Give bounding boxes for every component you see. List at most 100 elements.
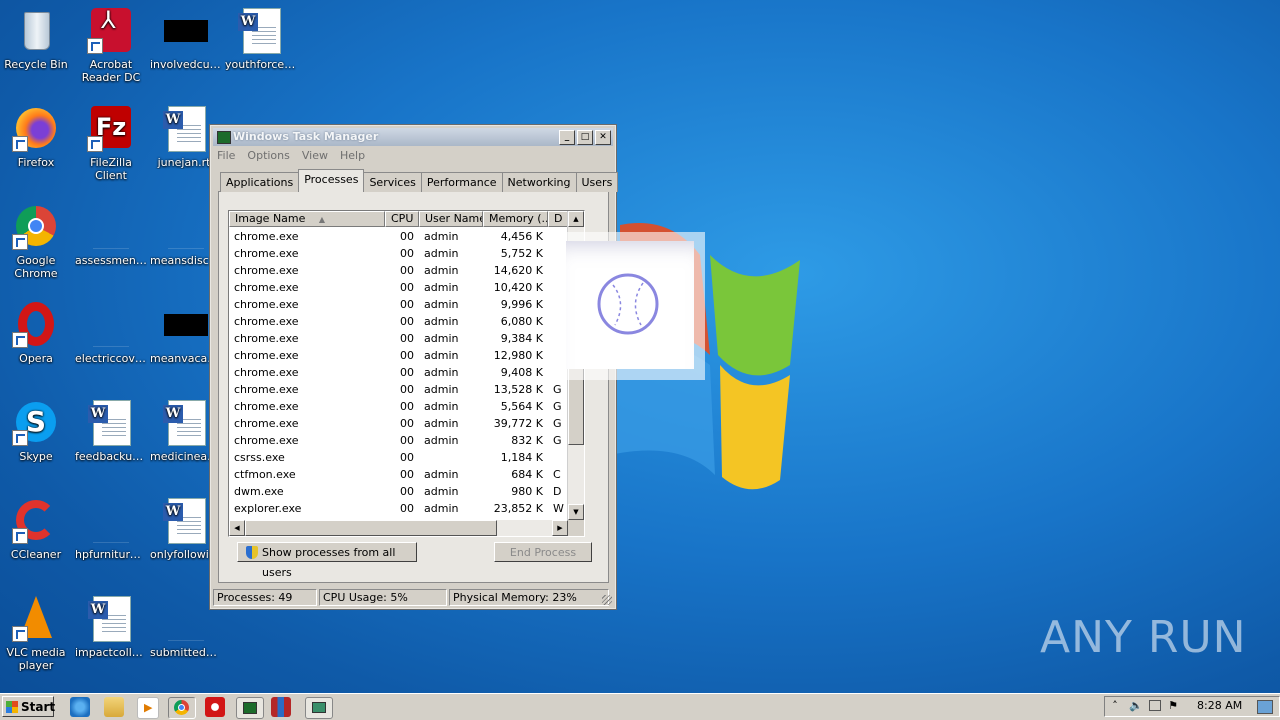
desktop-icon-label: Opera (19, 352, 53, 365)
process-row[interactable]: chrome.exe 00 admin 832 K G (229, 432, 568, 449)
desktop-icon-youthforce-rtf[interactable]: Wyouthforce.rtf (225, 6, 297, 71)
desktop-icon-label: youthforce.rtf (225, 58, 297, 71)
desktop-icon-label: CCleaner (10, 548, 62, 561)
desktop-icon-firefox[interactable]: Firefox (0, 104, 72, 169)
desktop-icon-skype[interactable]: S Skype (0, 398, 72, 463)
taskbar: Start ▶ ˄ 🔈 ⚑ 8:28 AM (0, 693, 1280, 720)
process-list[interactable]: Image Name ▲ CPU User Name Memory (... D… (228, 210, 585, 537)
process-row[interactable]: chrome.exe 00 admin 6,080 K (229, 313, 568, 330)
horizontal-scroll-thumb[interactable] (245, 520, 497, 536)
show-hidden-icons-icon[interactable]: ˄ (1109, 700, 1121, 712)
cell-image-name: csrss.exe (234, 451, 285, 464)
cell-cpu: 00 (400, 417, 414, 430)
cell-cpu: 00 (400, 485, 414, 498)
menu-options[interactable]: Options (247, 149, 289, 165)
minimize-button[interactable]: _ (559, 130, 575, 145)
volume-icon[interactable]: 🔈 (1129, 700, 1143, 712)
column-memory[interactable]: Memory (... (483, 211, 548, 227)
taskbar-task-manager-button[interactable] (236, 697, 264, 719)
desktop-icon-acrobat-reader-dc[interactable]: ⅄ Acrobat Reader DC (75, 6, 147, 84)
tab-users[interactable]: Users (575, 172, 619, 192)
process-row[interactable]: chrome.exe 00 admin 4,456 K (229, 228, 568, 245)
end-process-button[interactable]: End Process (494, 542, 592, 562)
tab-services[interactable]: Services (363, 172, 422, 192)
chrome-icon (174, 700, 189, 715)
desktop-icon-hpfurniture[interactable]: hpfurniture.... (75, 496, 147, 561)
menu-file[interactable]: File (217, 149, 235, 165)
desktop-icon-filezilla-client[interactable]: Fz FileZilla Client (75, 104, 147, 182)
desktop-icon-vlc-media-player[interactable]: VLC media player (0, 594, 72, 672)
tab-performance[interactable]: Performance (420, 172, 503, 192)
start-button[interactable]: Start (2, 696, 55, 717)
resize-grip-icon[interactable] (602, 595, 612, 605)
cell-memory: 9,408 K (500, 366, 543, 379)
cell-image-name: explorer.exe (234, 502, 302, 515)
desktop-icon-impactcollect[interactable]: Wimpactcollect... (75, 594, 147, 659)
clock[interactable]: 8:28 AM (1197, 699, 1242, 712)
process-row[interactable]: chrome.exe 00 admin 13,528 K G (229, 381, 568, 398)
cell-image-name: dwm.exe (234, 485, 284, 498)
task-manager-window[interactable]: Windows Task Manager _ □ ✕ File Options … (209, 124, 619, 610)
desktop-icon-feedbackup[interactable]: Wfeedbackup... (75, 398, 147, 463)
desktop-icon-google-chrome[interactable]: Google Chrome (0, 202, 72, 280)
media-player-icon[interactable]: ▶ (137, 697, 159, 719)
desktop-icon-ccleaner[interactable]: CCleaner (0, 496, 72, 561)
firefox-icon (12, 104, 60, 152)
maximize-button[interactable]: □ (577, 130, 593, 145)
desktop-icon-electriccove[interactable]: electriccove... (75, 300, 147, 365)
cell-description: G (553, 383, 562, 396)
cell-description: W (553, 502, 564, 515)
process-row[interactable]: dwm.exe 00 admin 980 K D (229, 483, 568, 500)
cell-cpu: 00 (400, 349, 414, 362)
column-description[interactable]: D (548, 211, 568, 227)
column-image-name[interactable]: Image Name ▲ (229, 211, 385, 227)
process-row[interactable]: explorer.exe 00 admin 23,852 K W (229, 500, 568, 517)
scroll-up-arrow-icon[interactable]: ▲ (568, 211, 584, 227)
desktop-icon-recycle-bin[interactable]: Recycle Bin (0, 6, 72, 71)
cell-image-name: chrome.exe (234, 264, 299, 277)
opera-taskbar-icon[interactable] (205, 697, 225, 717)
desktop-icon-assessment[interactable]: assessment... (75, 202, 147, 267)
watermark-text: ANY RUN (1040, 612, 1247, 663)
column-cpu[interactable]: CPU (385, 211, 419, 227)
process-row[interactable]: csrss.exe 00 1,184 K (229, 449, 568, 466)
scroll-down-arrow-icon[interactable]: ▼ (568, 504, 584, 520)
show-desktop-icon[interactable] (1257, 700, 1273, 714)
column-user-name[interactable]: User Name (419, 211, 483, 227)
process-row[interactable]: chrome.exe 00 admin 10,420 K (229, 279, 568, 296)
scroll-right-arrow-icon[interactable]: ▶ (552, 520, 568, 536)
internet-explorer-icon[interactable] (70, 697, 90, 717)
process-row[interactable]: chrome.exe 00 admin 14,620 K (229, 262, 568, 279)
horizontal-scrollbar[interactable]: ◀ ▶ (229, 520, 568, 536)
process-row[interactable]: chrome.exe 00 admin 9,384 K (229, 330, 568, 347)
process-row[interactable]: ctfmon.exe 00 admin 684 K C (229, 466, 568, 483)
process-row[interactable]: chrome.exe 00 admin 9,408 K (229, 364, 568, 381)
desktop-icon-involvedcurr[interactable]: involvedcurr... (150, 6, 222, 71)
baseball-loading-icon (597, 273, 659, 335)
process-row[interactable]: chrome.exe 00 admin 9,996 K (229, 296, 568, 313)
desktop-icon-opera[interactable]: Opera (0, 300, 72, 365)
process-row[interactable]: chrome.exe 00 admin 39,772 K G (229, 415, 568, 432)
taskbar-window-button[interactable] (305, 697, 333, 719)
desktop-icon-label: Firefox (17, 156, 55, 169)
winrar-icon[interactable] (271, 697, 291, 717)
cell-user-name: admin (424, 264, 459, 277)
menu-help[interactable]: Help (340, 149, 365, 165)
menu-view[interactable]: View (302, 149, 328, 165)
tab-processes[interactable]: Processes (298, 169, 365, 192)
show-all-users-button[interactable]: Show processes from all users (237, 542, 417, 579)
process-row[interactable]: chrome.exe 00 admin 5,752 K (229, 245, 568, 262)
network-icon[interactable] (1149, 700, 1161, 711)
tab-applications[interactable]: Applications (220, 172, 300, 192)
cell-image-name: chrome.exe (234, 400, 299, 413)
title-bar[interactable]: Windows Task Manager _ □ ✕ (213, 128, 613, 146)
taskbar-chrome-button[interactable] (168, 697, 196, 719)
file-explorer-icon[interactable] (104, 697, 124, 717)
cell-user-name: admin (424, 434, 459, 447)
close-button[interactable]: ✕ (595, 130, 611, 145)
process-row[interactable]: chrome.exe 00 admin 12,980 K (229, 347, 568, 364)
tab-networking[interactable]: Networking (501, 172, 577, 192)
action-center-flag-icon[interactable]: ⚑ (1167, 700, 1179, 712)
process-row[interactable]: chrome.exe 00 admin 5,564 K G (229, 398, 568, 415)
scroll-left-arrow-icon[interactable]: ◀ (229, 520, 245, 536)
